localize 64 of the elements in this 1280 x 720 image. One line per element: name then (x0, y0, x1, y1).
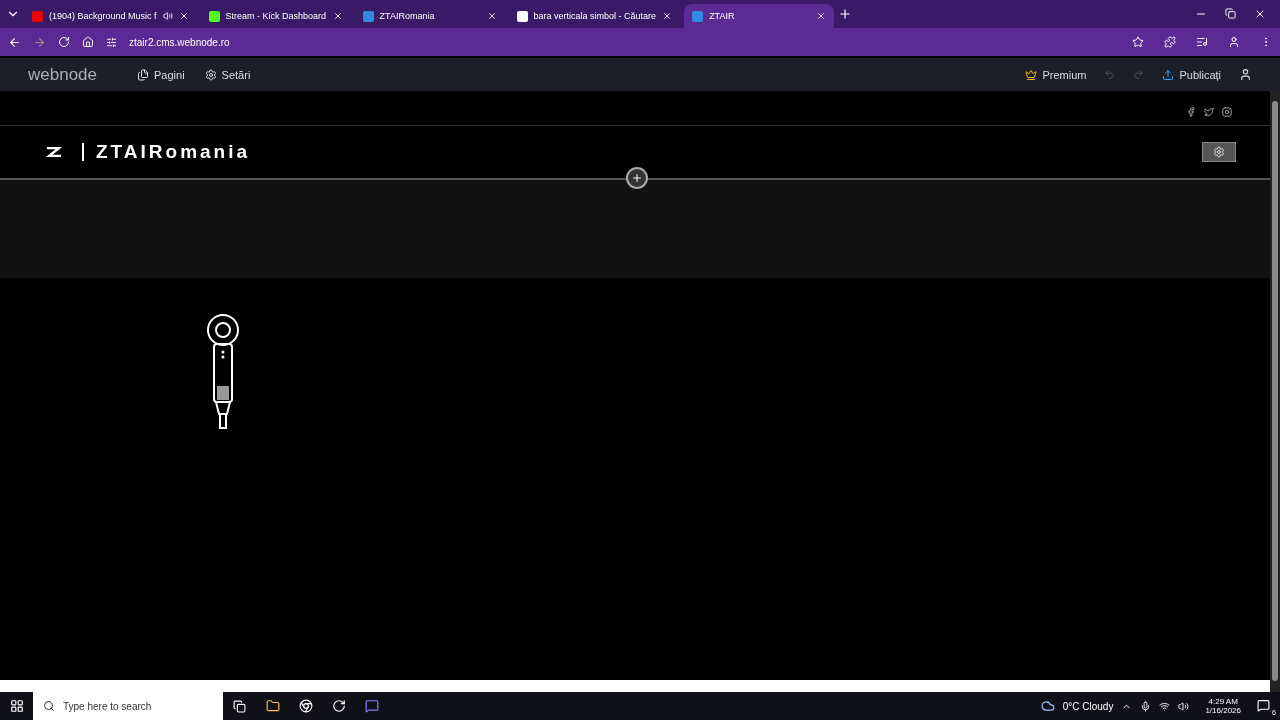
browser-tab[interactable]: bara verticala simbol - Căutare (508, 4, 681, 28)
volume-icon[interactable] (1178, 700, 1190, 712)
favicon-icon (516, 10, 528, 22)
user-icon[interactable] (1239, 68, 1252, 81)
browser-tab[interactable]: Stream - Kick Dashboard (200, 4, 351, 28)
speaker-icon[interactable] (162, 11, 173, 21)
pages-icon (137, 68, 149, 81)
z-logo-icon (44, 147, 62, 157)
settings-button[interactable] (1202, 142, 1236, 162)
new-tab-icon[interactable] (838, 7, 853, 21)
favicon-icon (692, 10, 704, 22)
close-icon[interactable] (816, 11, 827, 21)
close-icon[interactable] (486, 11, 497, 21)
nav-button[interactable]: Pagini (137, 68, 185, 81)
browser-icon[interactable] (298, 699, 313, 713)
upload-icon (1162, 68, 1175, 81)
favicon-icon (32, 10, 43, 22)
notifications-icon[interactable] (1257, 698, 1270, 712)
favicon-icon (362, 10, 374, 22)
extensions-icon[interactable] (1164, 36, 1176, 48)
taskbar-search-field[interactable]: Type here to search (33, 692, 223, 720)
site-settings-icon[interactable] (106, 36, 117, 48)
twitter-icon[interactable] (1204, 107, 1214, 117)
task-view-icon[interactable] (233, 699, 246, 713)
publish-button[interactable]: Publicați (1162, 68, 1221, 81)
forward-icon[interactable] (33, 35, 46, 49)
folder-icon[interactable] (265, 699, 280, 713)
close-icon[interactable] (178, 11, 189, 21)
premium-button[interactable]: Premium (1025, 68, 1087, 81)
mic-icon[interactable] (1140, 700, 1152, 712)
back-icon[interactable] (8, 35, 21, 49)
bookmark-star-icon[interactable] (1132, 36, 1144, 48)
settings-icon (204, 68, 217, 81)
site-title: ZTAIRomania (82, 143, 251, 161)
browser-tab[interactable]: ZTAIR (684, 4, 835, 28)
cloud-icon (1040, 699, 1055, 713)
close-icon[interactable] (1254, 8, 1266, 20)
start-icon[interactable] (9, 699, 24, 713)
favicon-icon (208, 10, 220, 22)
facebook-icon[interactable] (1186, 107, 1196, 117)
clock[interactable]: 4:29 AM 1/16/2026 (1197, 697, 1249, 715)
network-icon[interactable] (1159, 700, 1171, 712)
browser-tab[interactable]: (1904) Background Music f (24, 4, 197, 28)
search-icon (43, 700, 55, 712)
scrollbar-thumb[interactable] (1272, 101, 1278, 681)
chat-app-icon[interactable] (364, 699, 379, 713)
profile-icon[interactable] (1228, 36, 1240, 48)
reload-icon[interactable] (58, 36, 70, 48)
media-icon[interactable] (1196, 36, 1208, 48)
close-icon[interactable] (662, 11, 673, 21)
browser-tab[interactable]: ZTAIRomania (354, 4, 505, 28)
gear-icon (1213, 146, 1225, 158)
nav-button[interactable]: Setări (204, 68, 251, 81)
app-icon[interactable] (331, 699, 346, 713)
restore-icon[interactable] (1225, 8, 1236, 19)
crown-icon (1025, 68, 1038, 81)
weather-text[interactable]: 0°C Cloudy (1062, 700, 1114, 712)
plus-icon (631, 172, 643, 184)
add-section-button[interactable] (626, 167, 648, 189)
address-field[interactable]: ztair2.cms.webnode.ro (129, 36, 230, 48)
close-icon[interactable] (332, 11, 343, 21)
home-icon[interactable] (82, 36, 94, 48)
instagram-icon[interactable] (1222, 107, 1232, 117)
webnode-logo[interactable]: webnode (28, 64, 97, 85)
